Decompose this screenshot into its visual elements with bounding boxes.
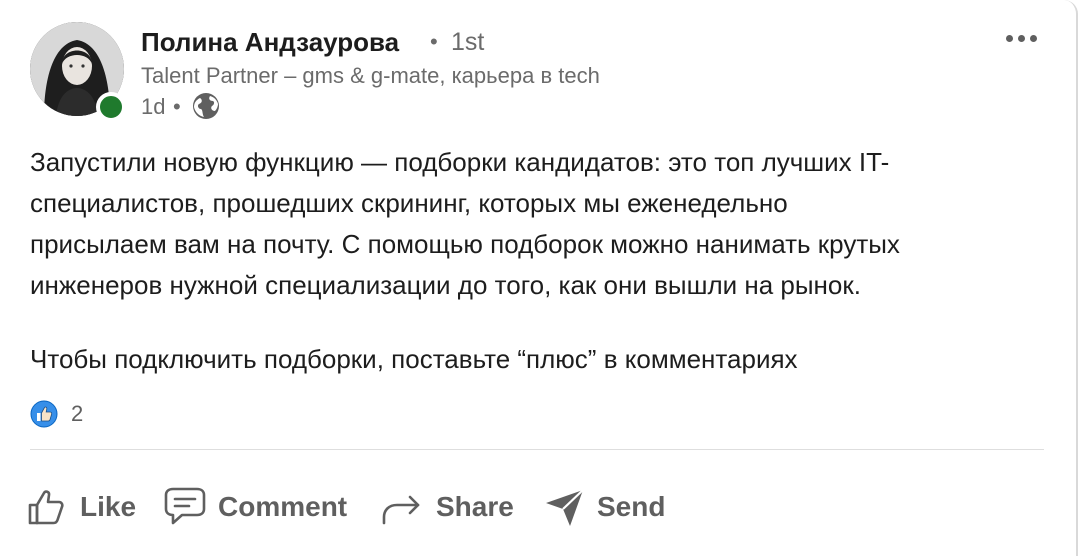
globe-icon bbox=[193, 93, 219, 119]
more-dot-icon bbox=[1005, 34, 1013, 42]
share-button[interactable]: Share bbox=[380, 480, 514, 534]
send-label: Send bbox=[597, 491, 666, 522]
comment-icon bbox=[164, 487, 206, 525]
post-line: инженеров нужной специализации до того, … bbox=[30, 270, 861, 300]
comment-button[interactable]: Comment bbox=[162, 480, 347, 534]
send-button[interactable]: Send bbox=[543, 480, 665, 534]
time-separator: • bbox=[173, 94, 181, 119]
author-headline: Talent Partner – gms & g-mate, карьера в… bbox=[141, 63, 600, 88]
send-paper-plane-icon bbox=[546, 489, 584, 526]
thumbs-up-icon bbox=[28, 490, 64, 525]
share-label: Share bbox=[436, 491, 514, 522]
online-status-indicator bbox=[96, 92, 126, 122]
share-arrow-icon bbox=[382, 495, 420, 525]
post-cta: Чтобы подключить подборки, поставьте “пл… bbox=[30, 344, 798, 374]
action-divider bbox=[30, 449, 1044, 450]
post-line: специалистов, прошедших скрининг, которы… bbox=[30, 188, 788, 218]
like-button[interactable]: Like bbox=[26, 480, 136, 534]
reaction-count[interactable]: 2 bbox=[71, 401, 83, 427]
connection-degree: 1st bbox=[451, 28, 485, 56]
more-dot-icon bbox=[1017, 34, 1025, 42]
post-time: 1d bbox=[141, 94, 166, 119]
post-card: Полина Андзаурова • 1st Talent Partner –… bbox=[0, 0, 1078, 556]
more-options-button[interactable] bbox=[998, 22, 1044, 54]
degree-separator: • bbox=[430, 29, 438, 54]
comment-label: Comment bbox=[218, 491, 348, 522]
post-body: Запустили новую функцию — подборки канди… bbox=[30, 142, 1040, 306]
post-line: присылаем вам на почту. С помощью подбор… bbox=[30, 229, 900, 259]
post-line: Запустили новую функцию — подборки канди… bbox=[30, 147, 890, 177]
like-reaction-icon[interactable] bbox=[30, 400, 58, 428]
author-name[interactable]: Полина Андзаурова bbox=[141, 27, 399, 58]
like-label: Like bbox=[80, 491, 137, 522]
more-dot-icon bbox=[1029, 34, 1037, 42]
